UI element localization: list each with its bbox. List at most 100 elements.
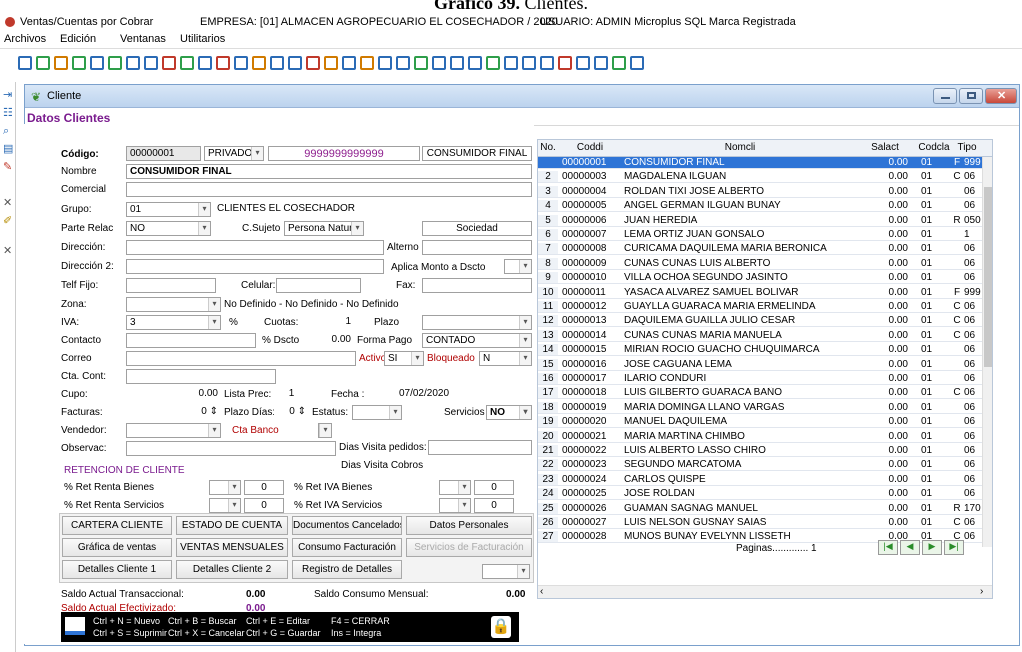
- detalles-cliente-2-button[interactable]: Detalles Cliente 2: [176, 560, 288, 579]
- facturas-field[interactable]: 0 ⇕: [126, 405, 221, 420]
- toolbar-icon-25[interactable]: [450, 56, 464, 70]
- last-page-button[interactable]: ▶|: [944, 540, 964, 555]
- table-row[interactable]: 7 00000008 CURICAMA DAQUILEMA MARIA BERONI…: [538, 243, 992, 256]
- next-page-button[interactable]: ▶: [922, 540, 942, 555]
- vendedor-select[interactable]: ▾: [126, 423, 221, 438]
- table-row[interactable]: 17 00000018 LUIS GILBERTO GUARACA BAÑO 0.00…: [538, 387, 992, 400]
- toolbar-icon-34[interactable]: [612, 56, 626, 70]
- ruc-field[interactable]: 9999999999999: [268, 146, 420, 161]
- table-row[interactable]: 21 00000022 LUIS ALBERTO LASSO CHIRO 0.00 01…: [538, 445, 992, 457]
- servicios-facturacion-button[interactable]: Servicios de Facturación: [406, 538, 532, 557]
- cta-banco-select[interactable]: ▾: [318, 423, 332, 438]
- table-row[interactable]: 2 00000003 MAGDALENA ILGUAN 0.00 01 C 06: [538, 171, 992, 184]
- ret-iva-bienes-field[interactable]: 0: [474, 480, 514, 495]
- toolbar-icon-14[interactable]: [252, 56, 266, 70]
- table-row[interactable]: 9 00000010 VILLA OCHOA SEGUNDO JASINTO 0.00…: [538, 272, 992, 285]
- table-row[interactable]: 14 00000015 MIRIAN ROCIO GUACHO CHUQUIMARC…: [538, 344, 992, 357]
- toolbar-icon-2[interactable]: [36, 56, 50, 70]
- table-row[interactable]: 00000001 CONSUMIDOR FINAL 0.00 01 F 999: [538, 157, 992, 169]
- toolbar-icon-28[interactable]: [504, 56, 518, 70]
- sociedad-field[interactable]: Sociedad: [422, 221, 532, 236]
- grupo-select[interactable]: 01 ▾: [126, 202, 211, 217]
- menu-edicion[interactable]: Edición: [60, 33, 96, 45]
- toolbar-icon-21[interactable]: [378, 56, 392, 70]
- first-page-button[interactable]: |◀: [878, 540, 898, 555]
- edit-icon[interactable]: ✎: [3, 162, 14, 173]
- toolbar-icon-29[interactable]: [522, 56, 536, 70]
- ret-renta-serv-field[interactable]: 0: [244, 498, 284, 513]
- tipo-cliente-field[interactable]: CONSUMIDOR FINAL: [422, 146, 532, 161]
- scroll-right-icon[interactable]: ›: [980, 586, 983, 597]
- grid-vscroll[interactable]: [982, 157, 992, 547]
- table-row[interactable]: 22 00000023 SEGUNDO MARCATOMA 0.00 01 06: [538, 459, 992, 472]
- close-button[interactable]: ✕: [985, 88, 1017, 104]
- table-row[interactable]: 10 00000011 YASACA ALVAREZ SAMUEL BOLIVAR 0…: [538, 286, 992, 299]
- table-row[interactable]: 4 00000005 ANGEL GERMAN ILGUAN BUÑAY 0.00 01…: [538, 200, 992, 213]
- iva-select[interactable]: 3 ▾: [126, 315, 221, 330]
- direccion-field[interactable]: [126, 240, 384, 255]
- toolbar-icon-4[interactable]: [72, 56, 86, 70]
- table-row[interactable]: 23 00000024 CARLOS QUISPE 0.00 01 06: [538, 473, 992, 486]
- prev-page-button[interactable]: ◀: [900, 540, 920, 555]
- menu-utilitarios[interactable]: Utilitarios: [180, 33, 225, 45]
- datos-personales-button[interactable]: Datos Personales: [406, 516, 532, 535]
- toolbar-icon-15[interactable]: [270, 56, 284, 70]
- estatus-select[interactable]: ▾: [352, 405, 402, 420]
- table-row[interactable]: 18 00000019 MARIA DOMINGA LLANO VARGAS 0.00…: [538, 401, 992, 414]
- ventas-mensuales-button[interactable]: VENTAS MENSUALES: [176, 538, 288, 557]
- table-row[interactable]: 8 00000009 CUÑAS CUÑAS LUIS ALBERTO 0.00 01 0…: [538, 257, 992, 270]
- header-coddi[interactable]: Coddi: [560, 142, 620, 153]
- table-row[interactable]: 11 00000012 GUAYLLA GUARACA MARIA ERMELIND…: [538, 301, 992, 313]
- fax-field[interactable]: [422, 278, 532, 293]
- zona-select[interactable]: ▾: [126, 297, 221, 312]
- fecha-field[interactable]: 07/02/2020: [374, 387, 474, 402]
- toolbar-icon-1[interactable]: [18, 56, 32, 70]
- toolbar-icon-11[interactable]: [198, 56, 212, 70]
- save-icon[interactable]: ▤: [3, 144, 14, 155]
- toolbar-icon-20[interactable]: [360, 56, 374, 70]
- ret-iva-serv-select[interactable]: ▾: [439, 498, 471, 513]
- toolbar-icon-32[interactable]: [576, 56, 590, 70]
- menu-ventanas[interactable]: Ventanas: [120, 33, 166, 45]
- celular-field[interactable]: [276, 278, 361, 293]
- ret-renta-bienes-select[interactable]: ▾: [209, 480, 241, 495]
- toolbar-icon-10[interactable]: [180, 56, 194, 70]
- ret-renta-bienes-field[interactable]: 0: [244, 480, 284, 495]
- table-row[interactable]: 20 00000021 MARIA MARTINA CHIMBO 0.00 01 06: [538, 430, 992, 443]
- activo-select[interactable]: SI ▾: [384, 351, 424, 366]
- correo-field[interactable]: [126, 351, 356, 366]
- contacto-field[interactable]: [126, 333, 256, 348]
- minimize-button[interactable]: [933, 88, 957, 104]
- bloqueado-select[interactable]: N ▾: [479, 351, 532, 366]
- table-row[interactable]: 24 00000025 JOSE ROLDAN 0.00 01 06: [538, 488, 992, 501]
- grid-hscroll[interactable]: ‹ ›: [538, 585, 992, 598]
- header-nomcli[interactable]: Nomcli: [622, 142, 858, 153]
- estado-cuenta-button[interactable]: ESTADO DE CUENTA: [176, 516, 288, 535]
- toolbar-icon-33[interactable]: [594, 56, 608, 70]
- csujeto-select[interactable]: Persona Natural ▾: [284, 221, 364, 236]
- toolbar-icon-18[interactable]: [324, 56, 338, 70]
- servicios-select[interactable]: NO ▾: [486, 405, 532, 420]
- table-row[interactable]: 25 00000026 GUAMAN SAGÑAG MANUEL 0.00 01 R 170: [538, 502, 992, 515]
- toolbar-icon-24[interactable]: [432, 56, 446, 70]
- toolbar-icon-23[interactable]: [414, 56, 428, 70]
- scroll-left-icon[interactable]: ‹: [540, 586, 543, 597]
- observ-field[interactable]: [126, 441, 336, 456]
- table-row[interactable]: 26 00000027 LUIS NELSON GUSÑAY SAIAS 0.00 01…: [538, 517, 992, 529]
- ret-renta-serv-select[interactable]: ▾: [209, 498, 241, 513]
- plazo-dias-field[interactable]: 0 ⇕: [274, 405, 309, 420]
- close-icon[interactable]: ✕: [3, 198, 14, 209]
- consumo-facturacion-button[interactable]: Consumo Facturación: [292, 538, 402, 557]
- header-tipo[interactable]: Tipo: [952, 142, 982, 153]
- table-row[interactable]: 6 00000007 LEMA ORTIZ JUAN GONSALO 0.00 01 1: [538, 229, 992, 241]
- table-row[interactable]: 19 00000020 MANUEL DAQUILEMA 0.00 01 06: [538, 416, 992, 429]
- toolbar-icon-27[interactable]: [486, 56, 500, 70]
- grid-vscroll-thumb[interactable]: [984, 187, 992, 367]
- lista-field[interactable]: 1: [274, 387, 309, 402]
- detalles-cliente-1-button[interactable]: Detalles Cliente 1: [62, 560, 172, 579]
- dias-visita-pedidos-field[interactable]: [428, 440, 532, 455]
- aplica-select[interactable]: ▾: [504, 259, 532, 274]
- alterno-field[interactable]: [422, 240, 532, 255]
- toolbar-icon-6[interactable]: [108, 56, 122, 70]
- toolbar-icon-17[interactable]: [306, 56, 320, 70]
